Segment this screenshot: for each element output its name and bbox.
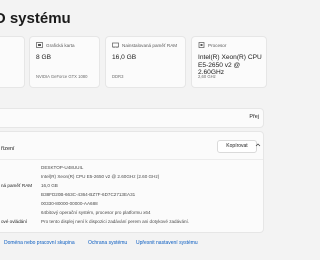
cpu-icon: [198, 42, 205, 48]
chevron-up-icon[interactable]: [255, 142, 261, 148]
spec-value: 16,0 GB: [41, 183, 58, 188]
system-protection-link[interactable]: Ochrana systému: [88, 240, 127, 246]
spec-value: Pro tento displej není k dispozici zadáv…: [41, 219, 190, 224]
spec-value: DESKTOP-U48UUIL: [41, 165, 84, 170]
rename-panel: Přej: [0, 108, 264, 128]
gpu-card-label: Grafická karta: [46, 42, 75, 48]
advanced-system-settings-link[interactable]: Upřesnit nastavení systému: [136, 240, 198, 246]
related-links: Doména nebo pracovní skupina Ochrana sys…: [0, 238, 260, 250]
gpu-card: Grafická karta 8 GB NVIDIA GeForce GTX 1…: [29, 36, 100, 88]
spec-row-processor: Intel(R) Xeon(R) CPU E5-2650 v2 @ 2.60GH…: [0, 173, 263, 182]
ram-card-sub: DDR3: [112, 74, 124, 79]
spec-row-pen-touch: ové ovládání Pro tento displej není k di…: [0, 218, 263, 227]
cpu-card-sub: 2,60 GHz: [198, 74, 216, 79]
spec-row-ram: ná paměť RAM 16,0 GB: [0, 182, 263, 191]
spec-value: 00330-80000-00000-AA688: [41, 201, 98, 206]
device-specs-title: řízení: [1, 146, 15, 152]
ram-card: Nainstalovaná paměť RAM 16,0 GB DDR3: [105, 36, 186, 88]
spec-row-product-id: 00330-80000-00000-AA688: [0, 200, 263, 209]
spec-label: ná paměť RAM: [1, 183, 33, 188]
ram-icon: [112, 42, 119, 48]
page-title: O systému: [0, 10, 71, 27]
spec-label: ové ovládání: [1, 219, 28, 224]
domain-workgroup-link[interactable]: Doména nebo pracovní skupina: [4, 240, 75, 246]
ram-card-value: 16,0 GB: [112, 54, 137, 61]
spec-row-device-id: B38FD20B-663C-4364-BZ7F-6D7C2713EA31: [0, 191, 263, 200]
ram-card-label: Nainstalovaná paměť RAM: [122, 42, 178, 48]
device-specs-section: řízení Kopírovat DESKTOP-U48UUIL Intel(R…: [0, 131, 264, 233]
spec-value: 64bitový operační systém, procesor pro p…: [41, 210, 151, 215]
spec-row-device-name: DESKTOP-U48UUIL: [0, 164, 263, 173]
spec-value: Intel(R) Xeon(R) CPU E5-2650 v2 @ 2.60GH…: [41, 174, 160, 179]
gpu-icon: [36, 42, 43, 48]
cpu-card-label: Procesor: [208, 42, 227, 48]
rename-button[interactable]: Přej: [249, 114, 259, 120]
cpu-card: Procesor Intel(R) Xeon(R) CPU E5-2650 v2…: [191, 36, 267, 88]
device-card: [0, 36, 25, 88]
spec-value: B38FD20B-663C-4364-BZ7F-6D7C2713EA31: [41, 192, 136, 197]
spec-row-system-type: 64bitový operační systém, procesor pro p…: [0, 209, 263, 218]
device-specs-header[interactable]: řízení Kopírovat: [0, 132, 263, 160]
gpu-card-value: 8 GB: [36, 54, 52, 61]
gpu-card-sub: NVIDIA GeForce GTX 1080: [36, 74, 88, 79]
copy-button[interactable]: Kopírovat: [217, 140, 257, 153]
